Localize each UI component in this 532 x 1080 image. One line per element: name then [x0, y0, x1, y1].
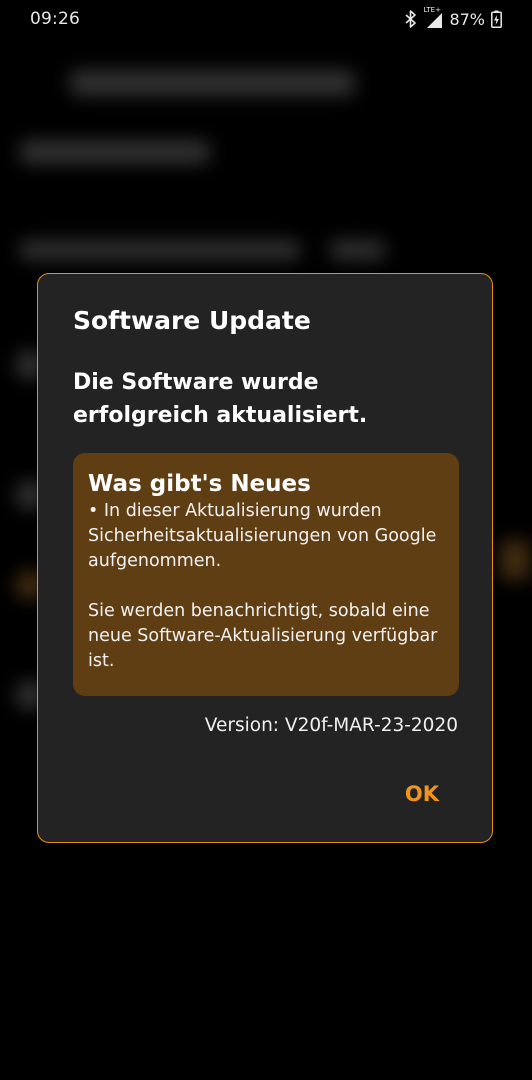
status-icons: LTE+ 87% [405, 6, 502, 30]
whats-new-box: Was gibt's Neues • In dieser Aktualisier… [73, 453, 459, 696]
whats-new-heading: Was gibt's Neues [88, 471, 311, 497]
software-update-dialog: Software Update Die Software wurde erfol… [37, 273, 493, 843]
battery-charging-icon [491, 10, 502, 28]
whats-new-spacer [88, 574, 445, 599]
dialog-title: Software Update [73, 306, 311, 335]
whats-new-bullet: • In dieser Aktualisierung wurden Sicher… [88, 501, 437, 571]
status-bar: 09:26 LTE+ 87% [0, 0, 532, 38]
signal-icon: LTE+ [423, 6, 443, 29]
whats-new-note: Sie werden benachrichtigt, sobald eine n… [88, 601, 438, 671]
screen: 09:26 LTE+ 87% Software Update Die Softw… [0, 0, 532, 1080]
network-type: LTE+ [423, 6, 441, 14]
battery-percent: 87% [449, 9, 485, 29]
bluetooth-icon [405, 10, 417, 28]
dialog-message: Die Software wurde erfolgreich aktualisi… [73, 370, 368, 428]
ok-button[interactable]: OK [405, 782, 439, 806]
version-label: Version: V20f-MAR-23-2020 [204, 715, 458, 736]
status-time: 09:26 [30, 9, 80, 29]
